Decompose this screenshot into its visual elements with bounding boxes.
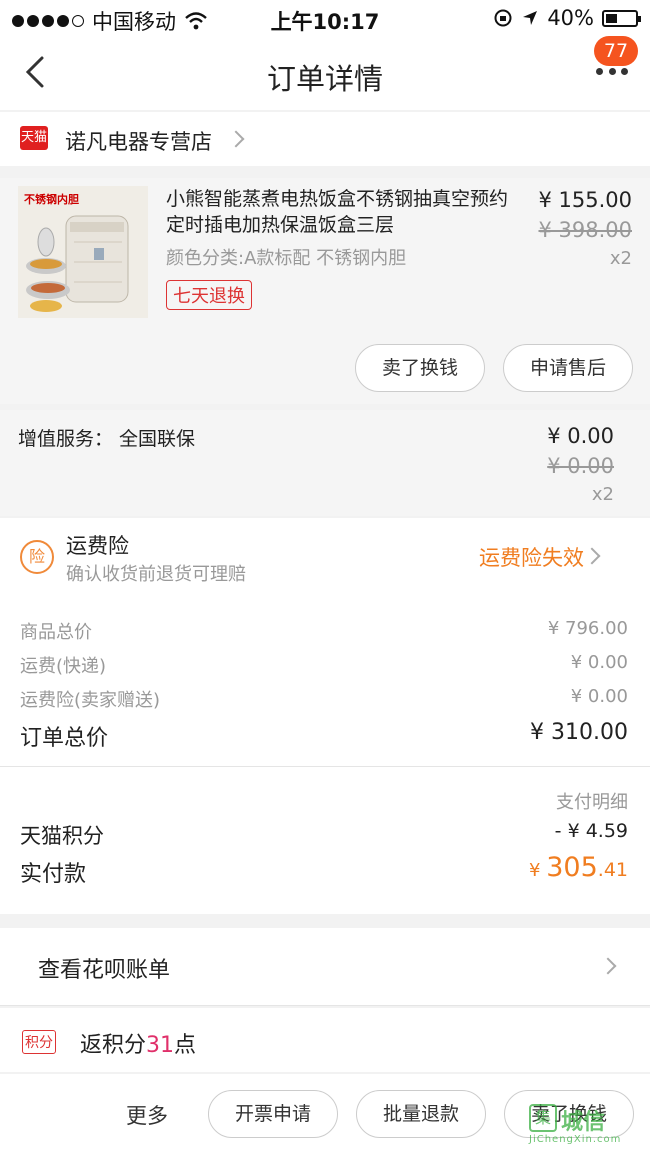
- site-watermark: 集 城信 JiChengXin.com: [529, 1104, 644, 1148]
- store-row[interactable]: 天猫 诺凡电器专营店: [0, 112, 650, 166]
- divider: [0, 766, 650, 767]
- service-original-price: ¥ 0.00: [547, 454, 614, 478]
- orientation-lock-icon: [494, 9, 512, 27]
- after-sales-button[interactable]: 申请售后: [503, 344, 633, 392]
- battery-percent: 40%: [547, 6, 594, 30]
- watermark-logo-icon: 集: [529, 1104, 557, 1132]
- order-total-value: ¥ 310.00: [530, 720, 628, 745]
- product-original-price: ¥ 398.00: [538, 218, 632, 242]
- points-reward-row: 积分 返积分31点: [0, 1008, 650, 1072]
- product-title[interactable]: 小熊智能蒸煮电热饭盒不锈钢抽真空预约定时插电加热保温饭盒三层: [166, 186, 516, 238]
- battery-icon: [602, 9, 641, 27]
- service-price: ¥ 0.00: [547, 424, 614, 448]
- points-suffix: 点: [174, 1033, 197, 1058]
- points-number: 31: [146, 1033, 175, 1058]
- message-badge[interactable]: 77: [594, 36, 638, 66]
- amount-paid-label: 实付款: [20, 862, 87, 887]
- goods-total-value: ¥ 796.00: [547, 618, 628, 639]
- paid-integer: 305: [546, 852, 598, 883]
- invoice-request-button[interactable]: 开票申请: [208, 1090, 338, 1138]
- batch-refund-button[interactable]: 批量退款: [356, 1090, 486, 1138]
- store-name[interactable]: 诺凡电器专营店: [65, 126, 212, 156]
- location-icon: [523, 11, 538, 25]
- more-menu-icon[interactable]: [596, 68, 628, 78]
- service-label: 增值服务： 全国联保: [18, 428, 196, 450]
- paid-decimal: .41: [597, 859, 628, 881]
- order-total-label: 订单总价: [20, 726, 109, 751]
- points-icon: 积分: [22, 1030, 56, 1054]
- product-quantity: x2: [609, 248, 632, 269]
- goods-total-label: 商品总价: [20, 622, 92, 643]
- product-image[interactable]: 不锈钢内胆: [18, 186, 148, 318]
- points-reward-text: 返积分31点: [80, 1027, 196, 1059]
- return-policy-tag: 七天退换: [166, 280, 252, 310]
- product-spec: 颜色分类:A款标配 不锈钢内胆: [166, 248, 407, 269]
- paid-currency: ¥: [529, 860, 547, 881]
- amount-paid-value: ¥ 305.41: [529, 852, 628, 883]
- insurance-icon: 险: [20, 540, 54, 574]
- order-summary: 险 运费险 确认收货前退货可理赔 运费险失效 商品总价 ¥ 796.00 运费(…: [0, 518, 650, 914]
- insurance-status-link[interactable]: 运费险失效: [479, 542, 584, 572]
- sell-for-cash-button[interactable]: 卖了换钱: [355, 344, 485, 392]
- service-quantity: x2: [591, 484, 614, 505]
- watermark-url: JiChengXin.com: [529, 1134, 622, 1145]
- insurance-subtitle: 确认收货前退货可理赔: [66, 564, 246, 585]
- chevron-right-icon: [583, 547, 601, 565]
- huabei-bill-row[interactable]: 查看花呗账单: [0, 928, 650, 1006]
- huabei-bill-label[interactable]: 查看花呗账单: [38, 952, 170, 984]
- page-title: 订单详情: [266, 62, 383, 96]
- shipping-label: 运费(快递): [20, 656, 107, 677]
- nav-bar: 订单详情 77: [0, 36, 650, 110]
- payment-detail-label: 支付明细: [556, 792, 628, 813]
- tmall-points-value: - ¥ 4.59: [554, 820, 628, 842]
- tmall-icon: 天猫: [20, 126, 48, 150]
- shipping-value: ¥ 0.00: [570, 652, 628, 673]
- chevron-right-icon: [599, 957, 617, 975]
- chevron-right-icon: [227, 130, 245, 148]
- status-bar: 中国移动 上午10:17 40%: [0, 0, 650, 36]
- more-actions-button[interactable]: 更多: [126, 1100, 168, 1130]
- watermark-text: 城信: [561, 1110, 606, 1135]
- product-item[interactable]: 不锈钢内胆 小熊智能蒸煮电热饭盒不锈钢抽真空预约定时插电加热保温饭盒三层 颜色分…: [0, 178, 650, 404]
- product-image-caption: 不锈钢内胆: [24, 193, 79, 206]
- value-added-service: 增值服务： 全国联保 ¥ 0.00 ¥ 0.00 x2: [0, 410, 650, 516]
- shipping-insurance-value: ¥ 0.00: [570, 686, 628, 707]
- insurance-title: 运费险: [66, 534, 129, 558]
- points-prefix: 返积分: [80, 1033, 147, 1058]
- shipping-insurance-label: 运费险(卖家赠送): [20, 690, 161, 711]
- tmall-points-label: 天猫积分: [20, 824, 104, 848]
- product-price: ¥ 155.00: [538, 188, 632, 212]
